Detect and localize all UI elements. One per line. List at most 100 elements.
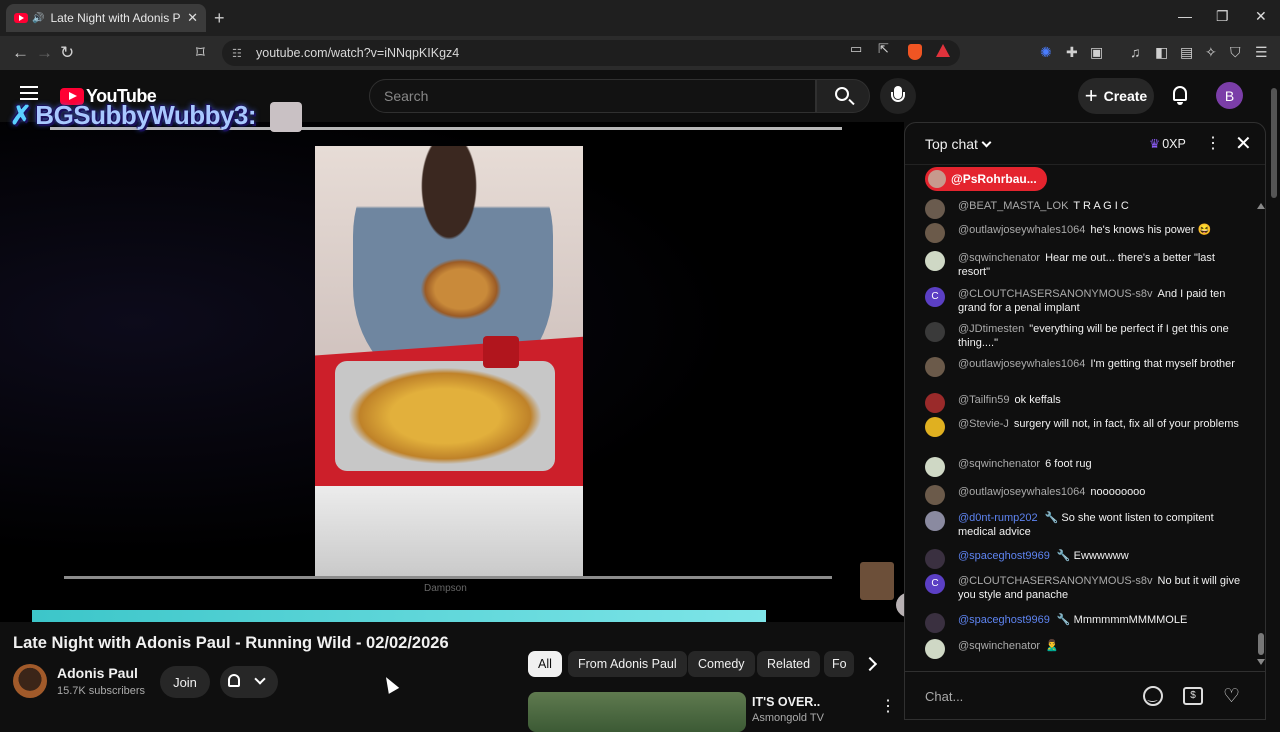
chat-message[interactable]: @outlawjoseywhales1064 noooooooo	[925, 485, 1245, 505]
chat-author[interactable]: @JDtimesten	[958, 323, 1024, 335]
chat-message[interactable]: @JDtimesten "everything will be perfect i…	[925, 322, 1245, 350]
chat-avatar[interactable]: C	[925, 574, 945, 594]
chat-avatar[interactable]	[925, 251, 945, 271]
sidebar-icon[interactable]: ◧	[1155, 44, 1168, 61]
chip-from-channel[interactable]: From Adonis Paul	[568, 651, 687, 677]
url-text[interactable]: youtube.com/watch?v=iNNqpKIKgz4	[256, 46, 459, 60]
chat-avatar[interactable]	[925, 511, 945, 531]
close-tab-icon[interactable]: ✕	[187, 10, 198, 26]
chat-message[interactable]: @Tailfin59 ok keffals	[925, 393, 1245, 413]
chat-avatar[interactable]: C	[925, 287, 945, 307]
back-icon[interactable]: ←	[12, 43, 29, 63]
leo-icon[interactable]: ✧	[1205, 44, 1217, 61]
subscription-notification-button[interactable]	[220, 666, 278, 698]
chat-author[interactable]: @d0nt-rump202	[958, 512, 1038, 524]
search-input[interactable]	[370, 80, 815, 112]
chat-message[interactable]: @sqwinchenator Hear me out... there's a b…	[925, 251, 1245, 279]
chat-avatar[interactable]	[925, 393, 945, 413]
chat-avatar[interactable]	[925, 457, 945, 477]
chat-avatar[interactable]	[925, 322, 945, 342]
video-player[interactable]: Dampson	[0, 122, 904, 622]
brave-shields-icon[interactable]	[908, 44, 922, 60]
chat-message[interactable]: C @CLOUTCHASERSANONYMOUS-s8v And I paid te…	[925, 287, 1245, 315]
extensions-icon[interactable]: ✚	[1066, 44, 1078, 61]
menu-icon[interactable]: ☰	[1255, 44, 1268, 61]
chat-message[interactable]: @spaceghost9969 🔧 MmmmmmMMMMOLE	[925, 613, 1245, 633]
more-vert-icon[interactable]: ⋮	[880, 696, 896, 716]
chat-message[interactable]: @spaceghost9969 🔧 Ewwwwww	[925, 549, 1245, 569]
chat-message[interactable]: @sqwinchenator 🙎‍♂️	[925, 639, 1245, 659]
cast-icon[interactable]: ▭	[850, 41, 862, 57]
chat-author[interactable]: @spaceghost9969	[958, 550, 1050, 562]
join-button[interactable]: Join	[160, 666, 210, 698]
minimize-window-button[interactable]: —	[1178, 8, 1192, 24]
media-icon[interactable]: ♫	[1130, 44, 1141, 60]
reload-icon[interactable]: ↻	[60, 43, 74, 63]
account-avatar[interactable]: B	[1216, 82, 1243, 109]
chat-avatar[interactable]	[925, 417, 945, 437]
close-window-button[interactable]: ✕	[1255, 8, 1267, 25]
vpn-shield-icon[interactable]: ⛉	[1230, 44, 1241, 61]
chat-message[interactable]: @d0nt-rump202 🔧 So she wont listen to com…	[925, 511, 1245, 539]
chevron-right-icon[interactable]	[862, 654, 882, 674]
chat-author[interactable]: @Tailfin59	[958, 394, 1010, 406]
bookmark-icon[interactable]: ⌑	[196, 43, 205, 63]
search-button[interactable]	[816, 79, 870, 113]
reading-list-icon[interactable]: ▣	[1090, 44, 1103, 61]
related-video-title[interactable]: IT'S OVER..	[752, 695, 820, 709]
close-icon[interactable]: ✕	[1235, 131, 1252, 156]
voice-search-button[interactable]	[880, 78, 916, 114]
chip-comedy[interactable]: Comedy	[688, 651, 755, 677]
chat-author[interactable]: @outlawjoseywhales1064	[958, 486, 1085, 498]
chat-message-list[interactable]: @BEAT_MASTA_LOK T R A G I C @outlawjoseywh…	[905, 199, 1265, 667]
chat-message[interactable]: @Stevie-J surgery will not, in fact, fix …	[925, 417, 1245, 437]
heart-icon[interactable]: ♡	[1223, 685, 1240, 708]
chat-message[interactable]: @outlawjoseywhales1064 I'm getting that m…	[925, 357, 1245, 377]
chat-author[interactable]: @outlawjoseywhales1064	[958, 224, 1085, 236]
emoji-icon[interactable]	[1143, 686, 1163, 706]
chat-avatar[interactable]	[925, 639, 945, 659]
chat-mode-dropdown[interactable]: Top chat	[925, 136, 992, 152]
chat-author[interactable]: @CLOUTCHASERSANONYMOUS-s8v	[958, 288, 1153, 300]
new-tab-button[interactable]: +	[214, 8, 225, 29]
chat-message[interactable]: @BEAT_MASTA_LOK T R A G I C	[925, 199, 1245, 219]
site-info-icon[interactable]: ☷	[232, 47, 246, 60]
chip-truncated[interactable]: Fo	[824, 651, 854, 677]
channel-name[interactable]: Adonis Paul	[57, 665, 138, 681]
restore-window-button[interactable]: ❐	[1216, 8, 1229, 25]
chip-related[interactable]: Related	[757, 651, 821, 677]
chat-author[interactable]: @sqwinchenator	[958, 640, 1040, 652]
guide-menu-icon[interactable]	[20, 86, 38, 100]
chat-message[interactable]: @sqwinchenator 6 foot rug	[925, 457, 1245, 477]
page-scrollbar[interactable]	[1268, 72, 1280, 720]
more-vert-icon[interactable]: ⋮	[1205, 133, 1221, 153]
chat-avatar[interactable]	[925, 613, 945, 633]
chat-avatar[interactable]	[925, 357, 945, 377]
notifications-icon[interactable]	[1170, 84, 1190, 106]
browser-tab[interactable]: 🔊 Late Night with Adonis Paul - ✕	[6, 4, 206, 32]
chat-author[interactable]: @outlawjoseywhales1064	[958, 358, 1085, 370]
chat-input[interactable]	[925, 684, 1105, 708]
super-chat-icon[interactable]: $	[1183, 687, 1203, 705]
related-video-thumbnail[interactable]	[528, 692, 746, 732]
chip-all[interactable]: All	[528, 651, 562, 677]
wallet-icon[interactable]: ▤	[1180, 44, 1193, 61]
chat-author[interactable]: @spaceghost9969	[958, 614, 1050, 626]
share-icon[interactable]: ⇱	[878, 41, 889, 57]
vpn-icon[interactable]: ✺	[1040, 44, 1052, 61]
audio-playing-icon[interactable]: 🔊	[32, 13, 44, 24]
xp-badge[interactable]: ♛ 0XP	[1149, 136, 1186, 151]
chat-author[interactable]: @Stevie-J	[958, 418, 1009, 430]
chat-avatar[interactable]	[925, 223, 945, 243]
chat-message[interactable]: C @CLOUTCHASERSANONYMOUS-s8v No but it wil…	[925, 574, 1245, 602]
pinned-message-chip[interactable]: @PsRohrbau...	[925, 167, 1047, 191]
forward-icon[interactable]: →	[36, 43, 53, 63]
chat-avatar[interactable]	[925, 485, 945, 505]
search-box[interactable]	[369, 79, 816, 113]
chat-avatar[interactable]	[925, 199, 945, 219]
chat-author[interactable]: @sqwinchenator	[958, 252, 1040, 264]
create-button[interactable]: + Create	[1078, 78, 1154, 114]
chat-author[interactable]: @BEAT_MASTA_LOK	[958, 200, 1068, 212]
chat-scrollbar[interactable]	[1257, 203, 1265, 665]
channel-avatar[interactable]	[13, 664, 47, 698]
